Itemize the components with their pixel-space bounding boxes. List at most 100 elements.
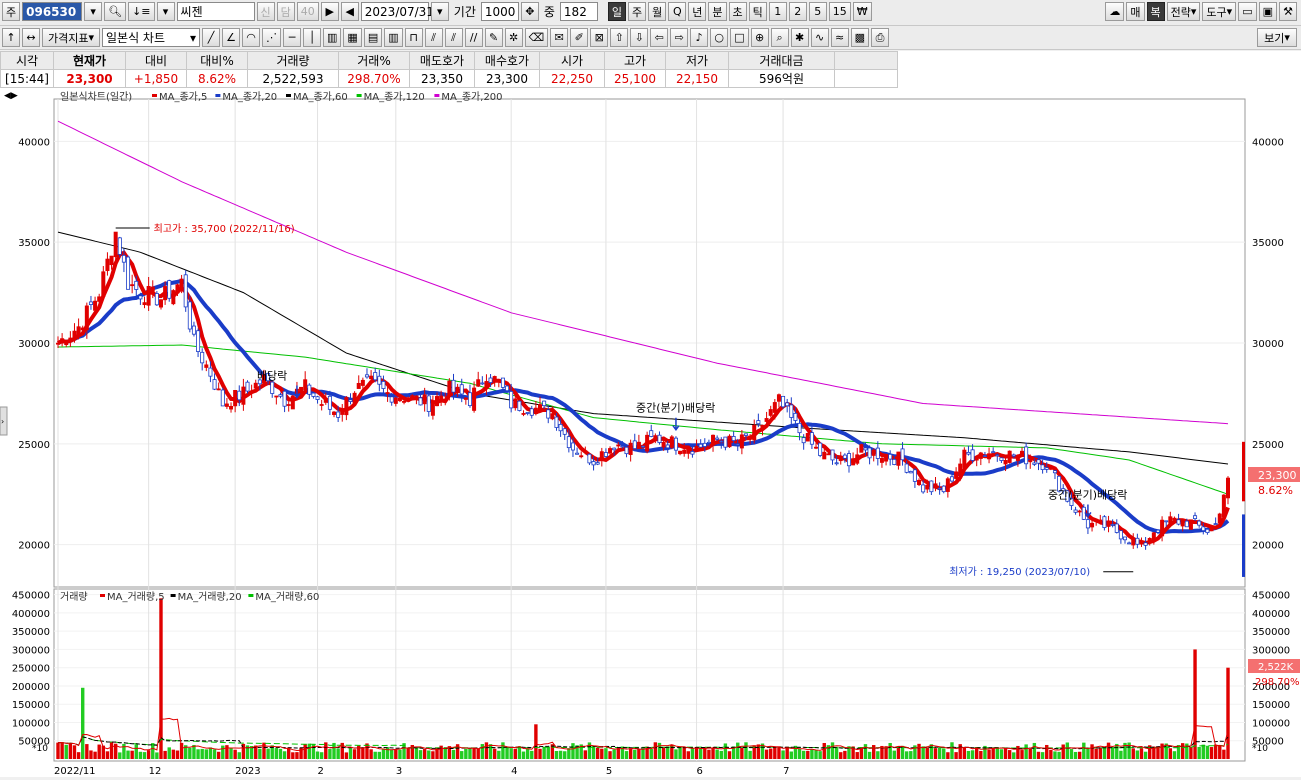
channel-icon[interactable]: ⫽ [444, 28, 463, 47]
chevron-down-icon[interactable]: ▾ [430, 2, 449, 21]
stock-code-input[interactable]: 096530 [22, 2, 83, 21]
print-icon[interactable]: ⎙ [871, 28, 889, 47]
fibo-icon[interactable]: ▥ [384, 28, 403, 47]
up-arrow-icon[interactable]: ↑ [2, 28, 20, 47]
cloud-icon[interactable]: ☁ [1105, 2, 1125, 21]
candle-body [612, 447, 617, 451]
timeframe-month[interactable]: 월 [648, 2, 667, 21]
grid-icon[interactable]: ▥ [323, 28, 342, 47]
pattern-icon[interactable]: ≈ [830, 28, 849, 47]
interval-2[interactable]: 2 [788, 2, 807, 21]
timeframe-quarter[interactable]: Q [668, 2, 687, 21]
volume-bar [867, 751, 872, 759]
edit-icon[interactable]: ✐ [570, 28, 589, 47]
chart-type-select[interactable]: 일본식 차트 ▾ [102, 28, 200, 47]
volume-bar [464, 748, 468, 759]
currency-button[interactable]: ₩ [852, 2, 872, 21]
chart-area[interactable]: 20000 20000 25000 25000 30000 30000 35000 35000… [0, 89, 1301, 777]
back-icon[interactable]: ◀ [340, 2, 359, 21]
note-icon[interactable]: ✉ [550, 28, 569, 47]
wrench-icon[interactable]: ⚒ [1279, 2, 1297, 21]
rectangle-icon[interactable]: □ [730, 28, 749, 47]
play-icon[interactable]: ▶ [320, 2, 339, 21]
time-tick-label: 4 [511, 766, 517, 777]
vline-icon[interactable]: │ [303, 28, 321, 47]
chevron-down-icon[interactable]: ▾ [156, 2, 175, 21]
interval-5[interactable]: 5 [808, 2, 827, 21]
chevron-down-icon[interactable]: ▾ [84, 2, 103, 21]
folder-icon[interactable]: ▭ [1238, 2, 1257, 21]
candle-body [628, 442, 633, 455]
cycle-icon[interactable]: ⊓ [404, 28, 423, 47]
wave-icon[interactable]: ∿ [810, 28, 829, 47]
price-volume-chart[interactable]: 20000 20000 25000 25000 30000 30000 35000 35000… [0, 89, 1301, 777]
interval-1[interactable]: 1 [768, 2, 787, 21]
magic-icon[interactable]: ✲ [504, 28, 523, 47]
arrow-up-icon[interactable]: ⇧ [610, 28, 629, 47]
search-icon[interactable]: 🔍︎ [104, 2, 127, 21]
margin-badge: 40 [296, 2, 319, 21]
volume-bar [756, 744, 761, 759]
timeframe-week[interactable]: 주 [628, 2, 647, 21]
parallel-icon[interactable]: // [464, 28, 483, 47]
delete-icon[interactable]: ⊠ [590, 28, 609, 47]
hline-icon[interactable]: ─ [283, 28, 301, 47]
mid-input[interactable]: 182 [559, 2, 598, 21]
candle-body [570, 442, 575, 451]
period-input[interactable]: 1000 [480, 2, 519, 21]
trendline-icon[interactable]: ╱ [202, 28, 220, 47]
tools-button[interactable]: 도구 ▾ [1202, 2, 1237, 21]
magnify-icon[interactable]: ⌕ [770, 28, 789, 47]
arrow-down-icon[interactable]: ⇩ [630, 28, 649, 47]
erase-icon[interactable]: ⌫ [524, 28, 549, 47]
sort-icon[interactable]: ↓≡ [128, 2, 155, 21]
timeframe-tick[interactable]: 틱 [748, 2, 767, 21]
view-button[interactable]: 보기 ▾ [1257, 28, 1297, 47]
arrow-right-icon[interactable]: ⇨ [670, 28, 689, 47]
volume-panel[interactable] [53, 588, 1246, 762]
volume-bar [534, 724, 538, 759]
settings-icon[interactable]: ✱ [790, 28, 809, 47]
header-bid: 매수호가 [474, 51, 540, 70]
strategy-button[interactable]: 전략 ▾ [1166, 2, 1201, 21]
resize-icon[interactable]: ↔ [22, 28, 40, 47]
candle-body [1221, 494, 1226, 517]
multi-button[interactable]: 복 [1146, 2, 1165, 21]
volume-bar [216, 751, 221, 759]
legend-item: MA_종가,20 [222, 91, 277, 103]
memo-icon[interactable]: ♪ [690, 28, 709, 47]
save-icon[interactable]: ▣ [1258, 2, 1277, 21]
volume-tick-left: 450000 [12, 591, 50, 602]
indicator-button[interactable]: 가격지표 ▾ [42, 28, 100, 47]
timeframe-year[interactable]: 년 [688, 2, 707, 21]
price-tick-right: 35000 [1252, 238, 1284, 249]
pitchfork-icon[interactable]: ⫽ [424, 28, 443, 47]
table-icon[interactable]: ▤ [363, 28, 383, 47]
angle-icon[interactable]: ∠ [222, 28, 240, 47]
columns-icon[interactable]: ▦ [343, 28, 362, 47]
arc-icon[interactable]: ◠ [242, 28, 260, 47]
volume-bar [369, 749, 373, 759]
date-input[interactable]: 2023/07/31 [360, 2, 434, 21]
legend-swatch [434, 94, 440, 97]
candle-body [1180, 520, 1185, 527]
arrow-left-icon[interactable]: ⇦ [650, 28, 669, 47]
circle-icon[interactable]: ○ [710, 28, 729, 47]
candle-body [183, 274, 188, 308]
pen-icon[interactable]: ✎ [484, 28, 503, 47]
image-icon[interactable]: ▩ [850, 28, 869, 47]
scroll-left-icon[interactable]: ◀▶ [4, 91, 18, 101]
timeframe-second[interactable]: 초 [728, 2, 747, 21]
trade-button[interactable]: 매 [1126, 2, 1145, 21]
stock-type-button[interactable]: 주 [2, 2, 21, 21]
move-icon[interactable]: ✥ [520, 2, 539, 21]
period-label: 기간 [453, 5, 476, 19]
candle-body [801, 437, 806, 444]
timeframe-day[interactable]: 일 [607, 2, 627, 21]
fan-icon[interactable]: ⋰ [262, 28, 281, 47]
timeframe-minute[interactable]: 분 [708, 2, 727, 21]
time-tick-label: 3 [396, 766, 402, 777]
stock-name-field[interactable]: 씨젠 [176, 2, 255, 21]
interval-15[interactable]: 15 [828, 2, 851, 21]
zoom-icon[interactable]: ⊕ [750, 28, 769, 47]
